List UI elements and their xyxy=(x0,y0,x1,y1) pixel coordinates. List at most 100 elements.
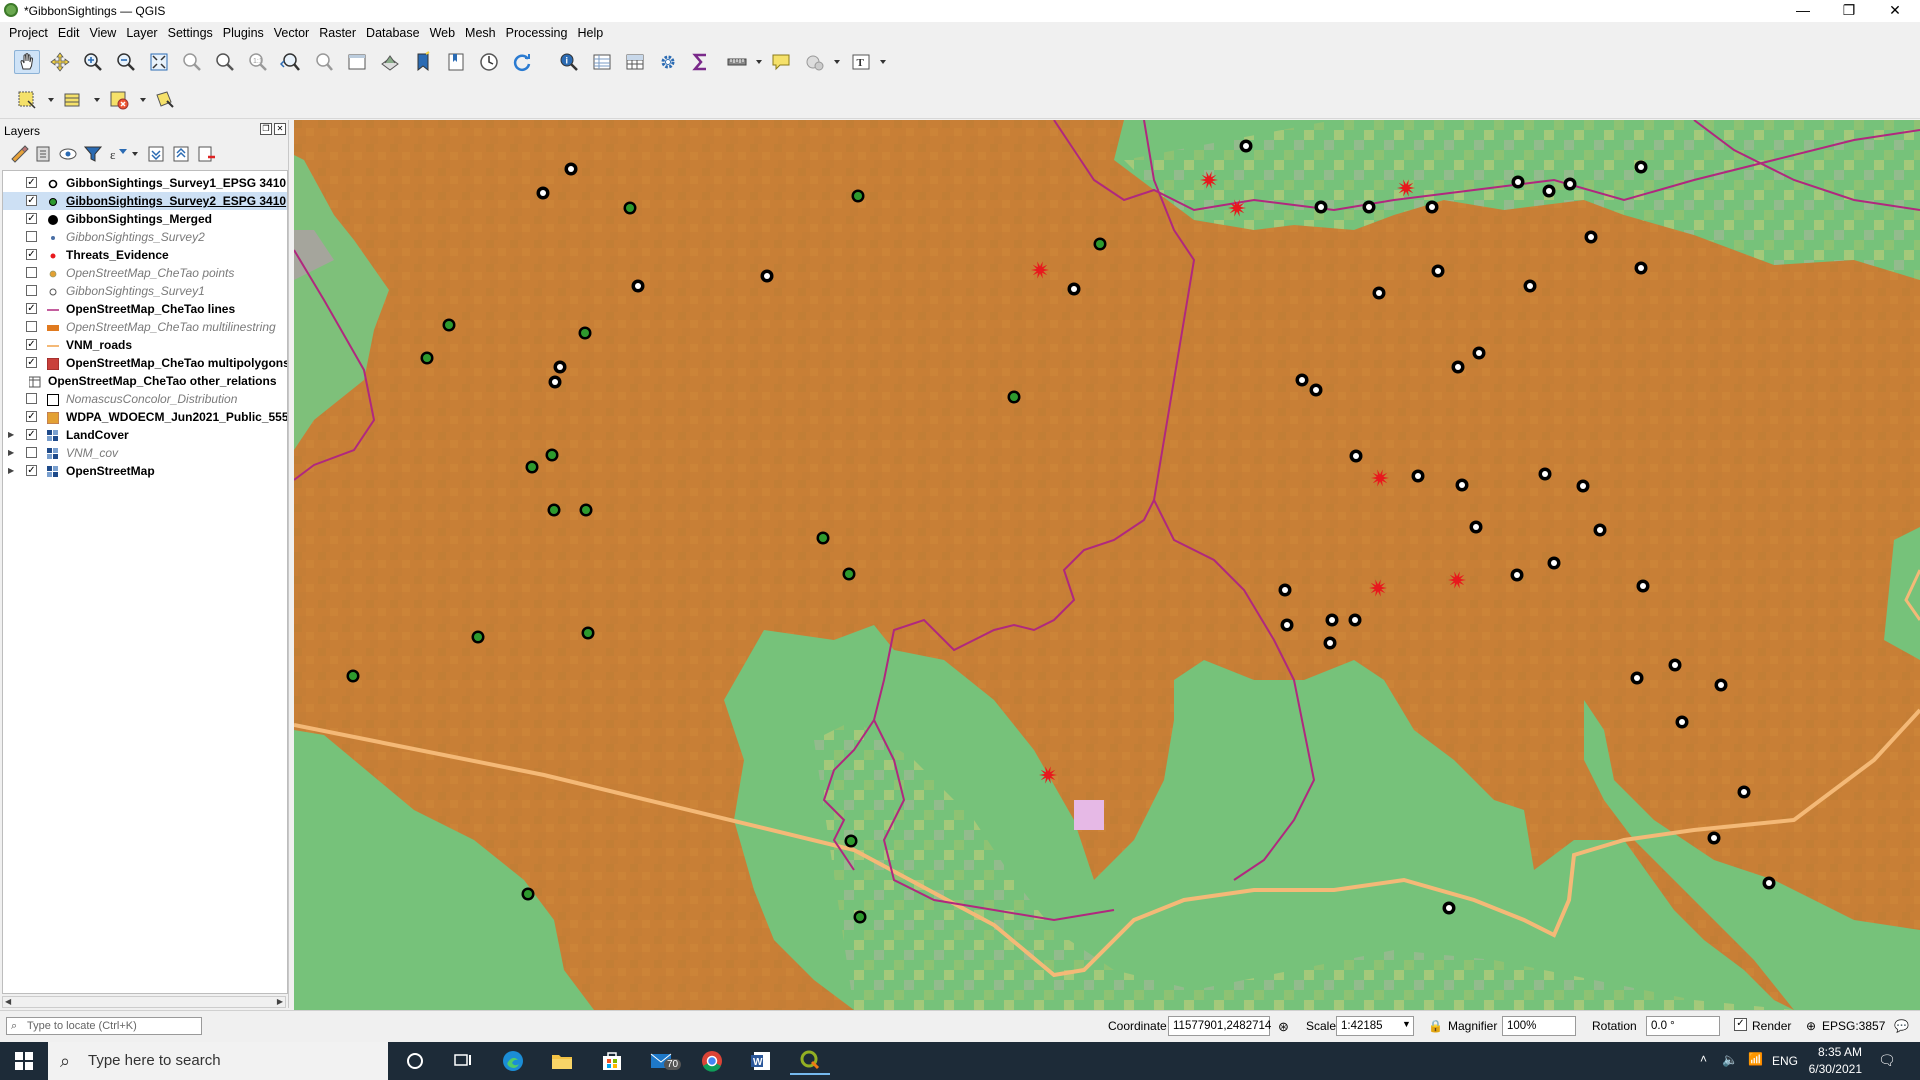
layer-visibility-checkbox[interactable] xyxy=(26,285,37,296)
layer-visibility-checkbox[interactable] xyxy=(26,393,37,404)
layer-item[interactable]: GibbonSightings_Survey1 xyxy=(3,282,287,300)
layer-item[interactable]: ✓ VNM_roads xyxy=(3,336,287,354)
layer-visibility-checkbox[interactable]: ✓ xyxy=(26,177,37,188)
maximize-button[interactable]: ❐ xyxy=(1826,0,1872,22)
layer-item[interactable]: ▶ ✓ OpenStreetMap xyxy=(3,462,287,480)
layer-item[interactable]: OpenStreetMap_CheTao multilinestring xyxy=(3,318,287,336)
layer-item[interactable]: ✓ WDPA_WDOECM_Jun2021_Public_55559 xyxy=(3,408,287,426)
filter-expression-dropdown-icon[interactable] xyxy=(132,152,138,156)
layer-visibility-checkbox[interactable]: ✓ xyxy=(26,213,37,224)
menu-help[interactable]: Help xyxy=(572,22,608,44)
zoom-next-icon[interactable] xyxy=(311,50,337,74)
globe-icon[interactable]: ⊕ xyxy=(1806,1019,1816,1033)
remove-layer-icon[interactable] xyxy=(193,142,219,166)
scroll-right-icon[interactable]: ▶ xyxy=(277,997,283,1006)
zoom-layer-icon[interactable] xyxy=(212,50,238,74)
notifications-icon[interactable]: 🗨 xyxy=(1878,1052,1896,1069)
statistics-icon[interactable] xyxy=(622,50,648,74)
layer-item[interactable]: NomascusConcolor_Distribution xyxy=(3,390,287,408)
layer-item[interactable]: ✓ GibbonSightings_Merged xyxy=(3,210,287,228)
task-view-icon[interactable] xyxy=(443,1047,483,1075)
layer-visibility-checkbox[interactable] xyxy=(26,267,37,278)
scale-dropdown-icon[interactable]: ▼ xyxy=(1402,1019,1411,1029)
map-canvas[interactable] xyxy=(294,120,1920,1010)
wifi-icon[interactable]: 📶 xyxy=(1748,1052,1763,1066)
expand-all-icon[interactable] xyxy=(143,142,169,166)
menu-project[interactable]: Project xyxy=(4,22,53,44)
pan-icon[interactable] xyxy=(14,50,40,74)
map-render[interactable] xyxy=(294,120,1920,1010)
float-panel-icon[interactable]: ❐ xyxy=(260,123,272,135)
locator-search-input[interactable]: ⌕ Type to locate (Ctrl+K) xyxy=(6,1017,202,1035)
crs-label[interactable]: EPSG:3857 xyxy=(1822,1019,1885,1033)
show-hidden-icons[interactable]: ˄ xyxy=(1700,1052,1707,1066)
chrome-icon[interactable] xyxy=(692,1047,732,1075)
layer-visibility-checkbox[interactable]: ✓ xyxy=(26,465,37,476)
layer-item[interactable]: ✓ GibbonSightings_Survey2_ESPG 3410 xyxy=(3,192,287,210)
settings-cog-icon[interactable] xyxy=(655,50,681,74)
deselect-icon[interactable] xyxy=(106,88,132,112)
language-indicator[interactable]: ENG xyxy=(1772,1054,1798,1068)
layers-horizontal-scrollbar[interactable]: ◀ ▶ xyxy=(2,996,286,1008)
coordinate-field[interactable]: 11577901,2482714 xyxy=(1168,1016,1271,1036)
collapse-all-icon[interactable] xyxy=(168,142,194,166)
menu-mesh[interactable]: Mesh xyxy=(460,22,501,44)
text-annotation-dropdown-icon[interactable] xyxy=(880,60,886,64)
magnifier-field[interactable]: 100% xyxy=(1502,1016,1576,1036)
menu-vector[interactable]: Vector xyxy=(269,22,314,44)
toggle-extents-icon[interactable]: ⊛ xyxy=(1278,1019,1289,1035)
select-by-value-dropdown-icon[interactable] xyxy=(94,98,100,102)
layer-item[interactable]: ▶ ✓ LandCover xyxy=(3,426,287,444)
layer-item[interactable]: ✓ OpenStreetMap_CheTao multipolygons xyxy=(3,354,287,372)
new-3d-view-icon[interactable] xyxy=(377,50,403,74)
mail-icon[interactable]: 70 xyxy=(642,1047,682,1075)
zoom-last-icon[interactable] xyxy=(278,50,304,74)
deselect-dropdown-icon[interactable] xyxy=(140,98,146,102)
zoom-native-icon[interactable]: 1:1 xyxy=(245,50,271,74)
layer-item[interactable]: ✓ GibbonSightings_Survey1_EPSG 3410 xyxy=(3,174,287,192)
cortana-icon[interactable] xyxy=(395,1047,435,1075)
layer-item[interactable]: ✓ OpenStreetMap_CheTao lines xyxy=(3,300,287,318)
close-button[interactable]: ✕ xyxy=(1872,0,1918,22)
zoom-selection-icon[interactable] xyxy=(179,50,205,74)
new-map-view-icon[interactable] xyxy=(344,50,370,74)
edge-browser-icon[interactable] xyxy=(493,1047,533,1075)
sum-icon[interactable] xyxy=(688,50,714,74)
select-rectangle-dropdown-icon[interactable] xyxy=(48,98,54,102)
layer-visibility-checkbox[interactable]: ✓ xyxy=(26,303,37,314)
attribute-table-icon[interactable] xyxy=(589,50,615,74)
filter-legend-icon[interactable] xyxy=(80,142,106,166)
menu-view[interactable]: View xyxy=(84,22,121,44)
clock-time[interactable]: 8:35 AM xyxy=(1806,1045,1862,1059)
layer-visibility-checkbox[interactable] xyxy=(26,231,37,242)
layer-item[interactable]: OpenStreetMap_CheTao points xyxy=(3,264,287,282)
layer-item[interactable]: GibbonSightings_Survey2 xyxy=(3,228,287,246)
layer-item[interactable]: OpenStreetMap_CheTao other_relations xyxy=(3,372,287,390)
layer-visibility-checkbox[interactable]: ✓ xyxy=(26,429,37,440)
zoom-out-icon[interactable] xyxy=(113,50,139,74)
word-icon[interactable]: W xyxy=(741,1047,781,1075)
identify-icon[interactable]: i xyxy=(556,50,582,74)
layer-item[interactable]: ▶ VNM_cov xyxy=(3,444,287,462)
lock-scale-icon[interactable]: 🔒 xyxy=(1428,1019,1443,1033)
menu-web[interactable]: Web xyxy=(425,22,460,44)
add-group-icon[interactable] xyxy=(30,142,56,166)
expand-arrow-icon[interactable]: ▶ xyxy=(8,462,14,480)
menu-database[interactable]: Database xyxy=(361,22,425,44)
layers-tree[interactable]: ✓ GibbonSightings_Survey1_EPSG 3410 ✓ Gibbo… xyxy=(2,170,288,994)
temporal-controller-icon[interactable] xyxy=(476,50,502,74)
layer-visibility-checkbox[interactable] xyxy=(26,321,37,332)
measure-dropdown-icon[interactable] xyxy=(756,60,762,64)
filter-by-expression-icon[interactable]: ε xyxy=(105,142,131,166)
layer-visibility-checkbox[interactable]: ✓ xyxy=(26,195,37,206)
windows-start-icon[interactable] xyxy=(4,1047,44,1075)
layer-visibility-checkbox[interactable] xyxy=(26,447,37,458)
minimize-button[interactable]: — xyxy=(1780,0,1826,22)
taskbar-search-box[interactable]: ⌕ Type here to search xyxy=(48,1042,388,1080)
file-explorer-icon[interactable] xyxy=(542,1047,582,1075)
store-icon[interactable] xyxy=(592,1047,632,1075)
manage-visibility-icon[interactable] xyxy=(55,142,81,166)
bookmarks-icon[interactable] xyxy=(443,50,469,74)
refresh-icon[interactable] xyxy=(509,50,535,74)
measure-icon[interactable] xyxy=(724,50,750,74)
